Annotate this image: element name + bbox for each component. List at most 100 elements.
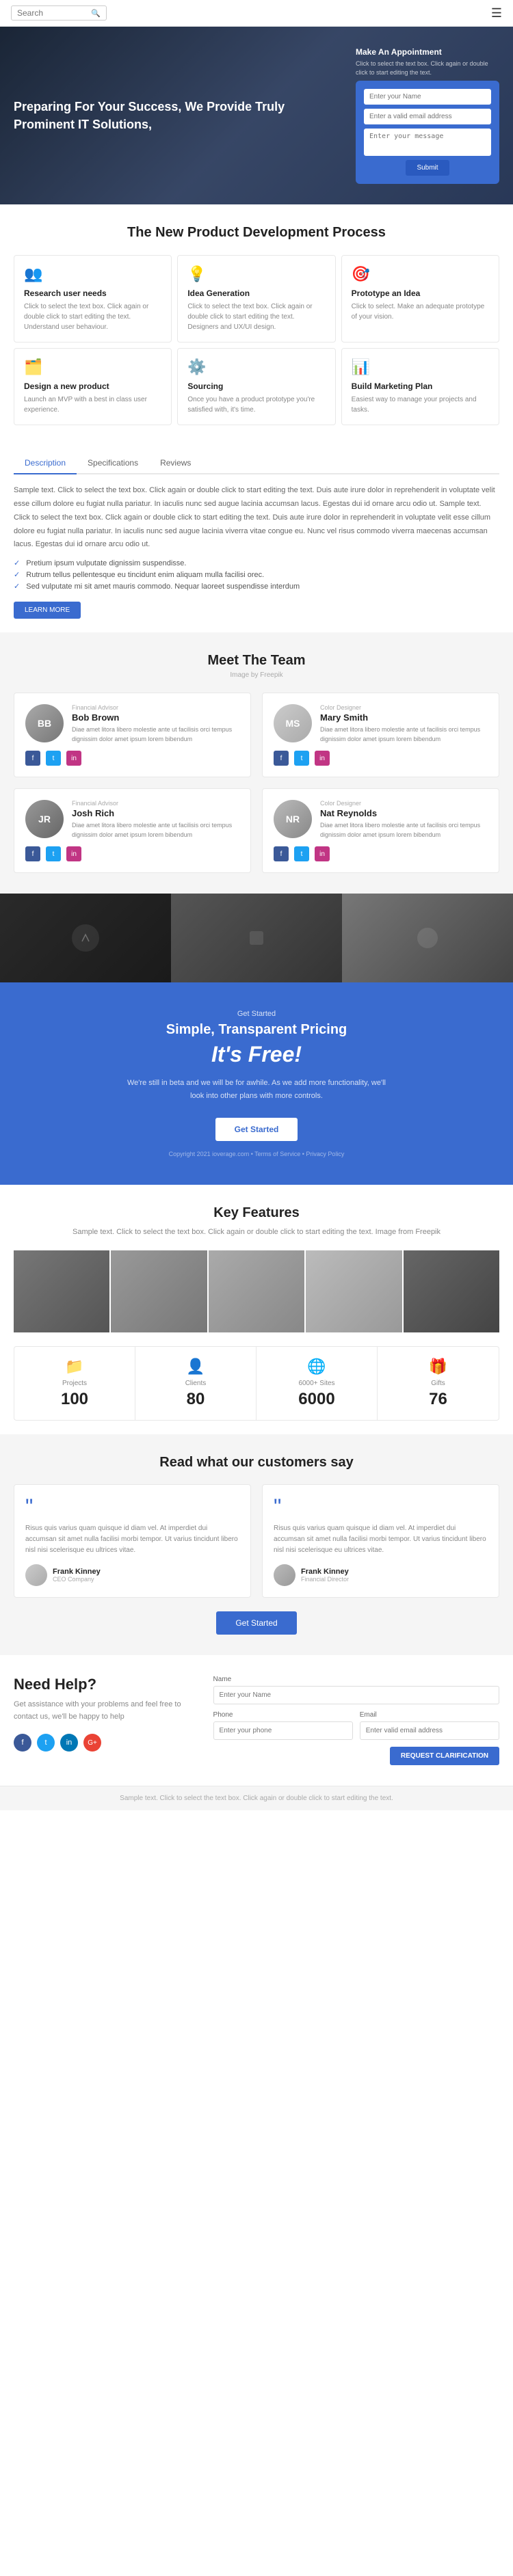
desc-nat: Diae amet litora libero molestie ante ut… — [320, 821, 488, 840]
gallery-section — [0, 894, 513, 982]
twitter-icon-bob[interactable]: t — [46, 751, 61, 766]
facebook-icon-mary[interactable]: f — [274, 751, 289, 766]
help-twitter-icon[interactable]: t — [37, 1734, 55, 1752]
process-card-marketing: 📊 Build Marketing Plan Easiest way to ma… — [341, 348, 499, 425]
appointment-submit-button[interactable]: Submit — [406, 160, 449, 176]
gifts-icon: 🎁 — [389, 1358, 488, 1376]
name-mary: Mary Smith — [320, 712, 488, 723]
help-request-button[interactable]: REQUEST CLARIFICATION — [390, 1747, 499, 1765]
help-phone-input[interactable] — [213, 1721, 353, 1740]
research-title: Research user needs — [24, 289, 161, 298]
help-name-input[interactable] — [213, 1686, 499, 1704]
hamburger-icon[interactable]: ☰ — [491, 6, 502, 21]
pricing-title: Simple, Transparent Pricing — [14, 1022, 499, 1038]
avatar-mary: MS — [274, 704, 312, 742]
projects-label: Projects — [25, 1380, 124, 1387]
help-socials: f t in G+ — [14, 1734, 193, 1752]
help-email-input[interactable] — [360, 1721, 499, 1740]
instagram-icon-josh[interactable]: in — [66, 846, 81, 861]
footer-text: Sample text. Click to select the text bo… — [120, 1795, 393, 1802]
team-card-2: MS Color Designer Mary Smith Diae amet l… — [262, 693, 499, 777]
gallery-item-3 — [342, 894, 513, 982]
avatar-josh: JR — [25, 800, 64, 838]
sites-label: 6000+ Sites — [267, 1380, 366, 1387]
appointment-email-input[interactable] — [364, 109, 491, 124]
appointment-sub: Click to select the text box. Click agai… — [356, 59, 499, 77]
tab-content: Sample text. Click to select the text bo… — [14, 484, 499, 552]
tab-reviews[interactable]: Reviews — [149, 453, 202, 473]
testimonial-text-1: Risus quis varius quam quisque id diam v… — [25, 1523, 239, 1556]
appointment-message-input[interactable] — [364, 129, 491, 156]
stat-sites: 🌐 6000+ Sites 6000 — [256, 1347, 378, 1420]
tab-specifications[interactable]: Specifications — [77, 453, 149, 473]
pricing-get-started-button[interactable]: Get Started — [215, 1118, 298, 1141]
team-grid: BB Financial Advisor Bob Brown Diae amet… — [14, 693, 499, 873]
projects-icon: 📁 — [25, 1358, 124, 1376]
help-name-label: Name — [213, 1676, 499, 1683]
instagram-icon-bob[interactable]: in — [66, 751, 81, 766]
help-phone-label: Phone — [213, 1711, 353, 1719]
tab-checklist: ✓ Pretium ipsum vulputate dignissim susp… — [14, 559, 499, 591]
help-desc: Get assistance with your problems and fe… — [14, 1699, 193, 1723]
process-grid: 👥 Research user needs Click to select th… — [0, 252, 513, 439]
process-card-design: 🗂️ Design a new product Launch an MVP wi… — [14, 348, 172, 425]
sourcing-title: Sourcing — [187, 381, 325, 391]
search-icon: 🔍 — [91, 9, 101, 18]
feature-photo-3 — [209, 1250, 304, 1332]
instagram-icon-nat[interactable]: in — [315, 846, 330, 861]
author-avatar-1 — [25, 1564, 47, 1586]
team-card-4: NR Color Designer Nat Reynolds Diae amet… — [262, 788, 499, 873]
help-google-icon[interactable]: G+ — [83, 1734, 101, 1752]
check-item-3: ✓ Sed vulputate mi sit amet mauris commo… — [14, 582, 499, 591]
testimonials-title: Read what our customers say — [14, 1455, 499, 1471]
author-role-1: CEO Company — [53, 1576, 101, 1583]
help-facebook-icon[interactable]: f — [14, 1734, 31, 1752]
twitter-icon-nat[interactable]: t — [294, 846, 309, 861]
instagram-icon-mary[interactable]: in — [315, 751, 330, 766]
desc-mary: Diae amet litora libero molestie ante ut… — [320, 725, 488, 744]
clients-icon: 👤 — [146, 1358, 245, 1376]
facebook-icon-bob[interactable]: f — [25, 751, 40, 766]
facebook-icon-josh[interactable]: f — [25, 846, 40, 861]
process-card-research: 👥 Research user needs Click to select th… — [14, 255, 172, 343]
sites-value: 6000 — [267, 1390, 366, 1409]
gallery-icon-1 — [68, 921, 103, 955]
appointment-name-input[interactable] — [364, 89, 491, 105]
name-josh: Josh Rich — [72, 808, 239, 818]
twitter-icon-josh[interactable]: t — [46, 846, 61, 861]
research-icon: 👥 — [24, 265, 161, 283]
product-section: The New Product Development Process 👥 Re… — [0, 204, 513, 446]
features-photos — [14, 1250, 499, 1332]
twitter-icon-mary[interactable]: t — [294, 751, 309, 766]
avatar-nat: NR — [274, 800, 312, 838]
tab-description[interactable]: Description — [14, 453, 77, 474]
team-card-3: JR Financial Advisor Josh Rich Diae amet… — [14, 788, 251, 873]
pricing-get-started-label: Get Started — [14, 1010, 499, 1018]
check-item-2: ✓ Rutrum tellus pellentesque eu tincidun… — [14, 570, 499, 579]
stat-projects: 📁 Projects 100 — [14, 1347, 135, 1420]
appointment-label: Make An Appointment — [356, 47, 499, 57]
socials-josh: f t in — [25, 846, 239, 861]
testimonials-get-started-button[interactable]: Get Started — [216, 1611, 296, 1635]
design-text: Launch an MVP with a best in class user … — [24, 394, 161, 415]
help-left: Need Help? Get assistance with your prob… — [14, 1676, 193, 1752]
facebook-icon-nat[interactable]: f — [274, 846, 289, 861]
help-linkedin-icon[interactable]: in — [60, 1734, 78, 1752]
name-bob: Bob Brown — [72, 712, 239, 723]
sourcing-icon: ⚙️ — [187, 358, 325, 376]
process-card-prototype: 🎯 Prototype an Idea Click to select. Mak… — [341, 255, 499, 343]
sourcing-text: Once you have a product prototype you're… — [187, 394, 325, 415]
idea-icon: 💡 — [187, 265, 325, 283]
help-title: Need Help? — [14, 1676, 193, 1693]
feature-photo-1 — [14, 1250, 109, 1332]
desc-bob: Diae amet litora libero molestie ante ut… — [72, 725, 239, 744]
role-josh: Financial Advisor — [72, 800, 239, 807]
clients-value: 80 — [146, 1390, 245, 1409]
author-role-2: Financial Director — [301, 1576, 349, 1583]
testimonial-card-2: " Risus quis varius quam quisque id diam… — [262, 1484, 499, 1598]
check-icon-1: ✓ — [14, 559, 20, 567]
learn-more-button[interactable]: LEARN MORE — [14, 602, 81, 619]
pricing-desc: We're still in beta and we will be for a… — [120, 1077, 393, 1102]
search-input[interactable] — [17, 8, 91, 18]
author-avatar-2 — [274, 1564, 295, 1586]
